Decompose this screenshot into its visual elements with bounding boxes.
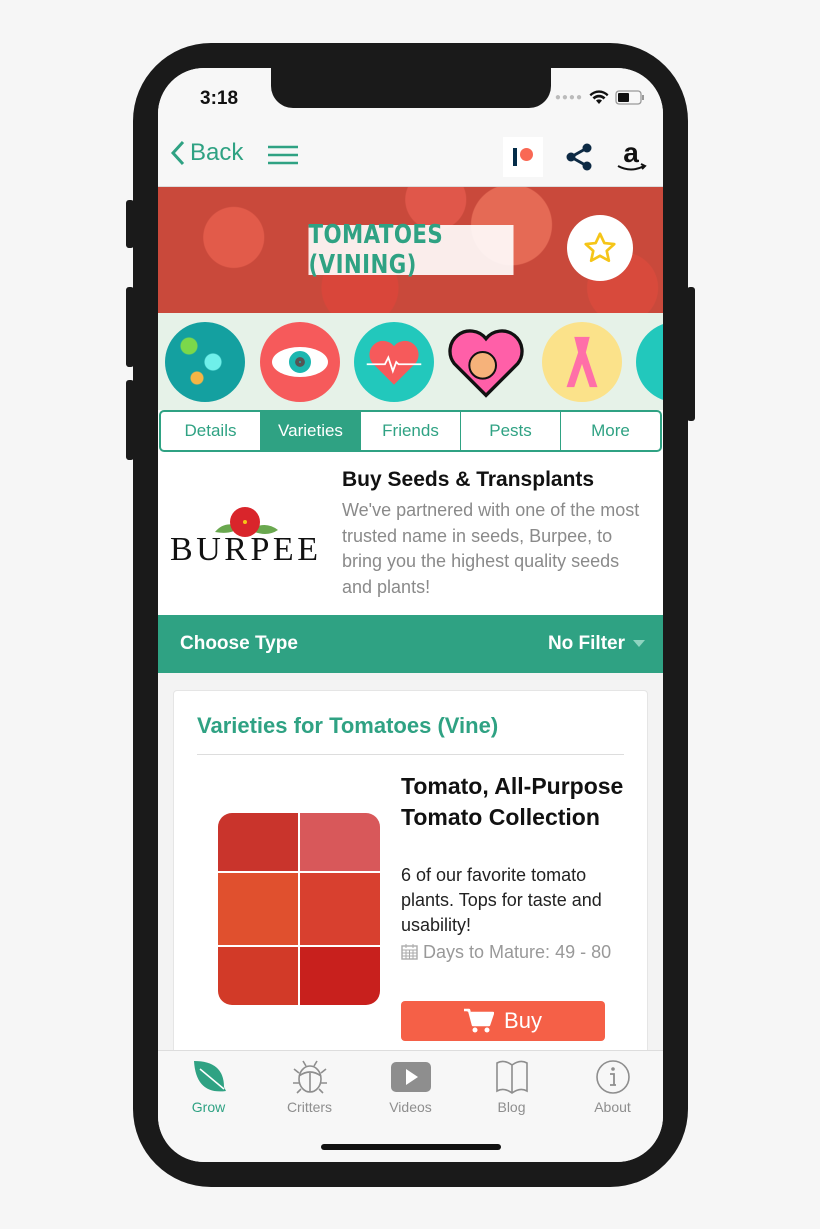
filter-value: No Filter: [547, 633, 625, 654]
burpee-logo[interactable]: BURPEE: [170, 502, 322, 572]
buy-label: Buy: [504, 1008, 542, 1033]
filter-label: Choose Type: [180, 633, 298, 654]
product-description: 6 of our favorite tomato plants. Tops fo…: [401, 865, 602, 935]
mute-switch: [126, 200, 134, 248]
chevron-left-icon: [170, 140, 185, 166]
share-icon[interactable]: [565, 143, 593, 171]
filter-bar[interactable]: Choose Type No Filter: [158, 615, 663, 673]
eye-icon[interactable]: [260, 322, 340, 402]
bug-icon: [292, 1060, 327, 1094]
tabbar-grow[interactable]: Grow: [158, 1051, 259, 1162]
app-screen: 3:18 ●●●● Back a TOMATOES (VINING) Detai…: [158, 68, 663, 1162]
info-icon: [595, 1060, 630, 1094]
star-icon: [584, 232, 616, 263]
patreon-button[interactable]: [503, 137, 543, 177]
days-text: Days to Mature: 49 - 80: [423, 942, 612, 962]
heart-rate-icon[interactable]: [354, 322, 434, 402]
patreon-dot: [520, 148, 533, 161]
home-indicator[interactable]: [321, 1144, 501, 1150]
hero-banner: TOMATOES (VINING): [158, 187, 663, 313]
tabbar-label: Grow: [191, 1099, 226, 1115]
varieties-content: Varieties for Tomatoes (Vine) Tomato, Al…: [158, 673, 663, 1070]
hamburger-menu-icon[interactable]: [268, 145, 298, 165]
calendar-icon: [401, 944, 418, 960]
tabbar-label: Critters: [286, 1099, 333, 1115]
battery-icon: [615, 90, 644, 105]
volume-down-button: [126, 380, 134, 460]
bottom-tab-bar: Grow Critters Videos Blog About: [158, 1050, 663, 1162]
svg-text:a: a: [623, 140, 639, 168]
tab-pests[interactable]: Pests: [461, 412, 561, 450]
leaf-icon: [193, 1061, 226, 1092]
divider: [197, 754, 624, 755]
ribbon-icon[interactable]: [542, 322, 622, 402]
notch: [271, 68, 551, 108]
back-button[interactable]: Back: [170, 139, 243, 167]
cart-icon: [464, 1008, 495, 1033]
favorite-button[interactable]: [567, 215, 633, 281]
filter-dropdown[interactable]: No Filter: [548, 633, 645, 655]
nav-bar: Back a: [158, 125, 663, 187]
tabbar-label: Blog: [497, 1099, 526, 1115]
partial-icon[interactable]: [636, 322, 663, 402]
tab-details[interactable]: Details: [161, 412, 261, 450]
pregnancy-heart-icon[interactable]: [446, 322, 526, 402]
varieties-heading: Varieties for Tomatoes (Vine): [197, 713, 499, 738]
book-icon: [495, 1060, 528, 1094]
days-to-mature: Days to Mature: 49 - 80: [401, 940, 631, 965]
partner-title: Buy Seeds & Transplants: [342, 468, 595, 491]
varieties-card: Varieties for Tomatoes (Vine) Tomato, Al…: [173, 690, 648, 1070]
product-title[interactable]: Tomato, All-Purpose Tomato Collection: [401, 771, 631, 833]
tabbar-label: About: [594, 1099, 631, 1115]
tab-friends[interactable]: Friends: [361, 412, 461, 450]
power-button: [687, 287, 695, 421]
benefit-icons-strip[interactable]: [158, 313, 663, 410]
tab-more[interactable]: More: [561, 412, 660, 450]
status-time: 3:18: [200, 88, 239, 109]
play-icon: [390, 1062, 431, 1092]
product-image[interactable]: [218, 813, 380, 1005]
partner-section: BURPEE Buy Seeds & Transplants We've par…: [158, 452, 663, 615]
volume-up-button: [126, 287, 134, 367]
amazon-icon[interactable]: a: [615, 140, 647, 174]
section-tabs: Details Varieties Friends Pests More: [159, 410, 662, 452]
wifi-icon: [589, 90, 609, 104]
tab-varieties[interactable]: Varieties: [261, 412, 361, 450]
caret-down-icon: [633, 640, 645, 647]
tabbar-about[interactable]: About: [562, 1051, 663, 1162]
microbes-icon[interactable]: [165, 322, 245, 402]
back-label: Back: [190, 139, 244, 166]
plant-title: TOMATOES (VINING): [308, 220, 514, 280]
partner-description: We've partnered with one of the most tru…: [342, 500, 640, 597]
signal-icon: ●●●●: [554, 92, 583, 103]
buy-button[interactable]: Buy: [401, 1001, 605, 1041]
svg-text:BURPEE: BURPEE: [170, 531, 318, 568]
tabbar-label: Videos: [389, 1099, 432, 1115]
patreon-icon: [513, 148, 517, 166]
